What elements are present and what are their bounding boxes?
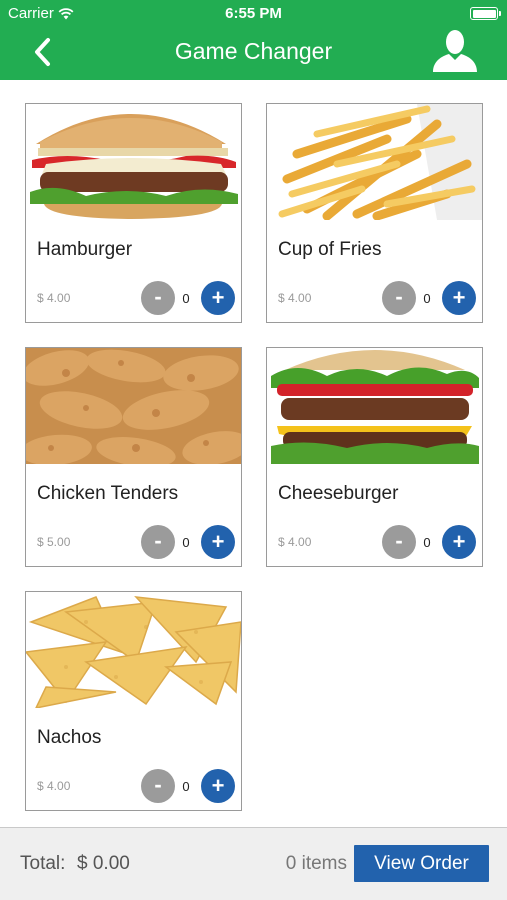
decrease-button[interactable]: - (141, 525, 175, 559)
quantity-value: 0 (182, 291, 190, 306)
battery-icon (470, 7, 501, 20)
total-value: $ 0.00 (77, 853, 130, 874)
product-price: $ 5.00 (37, 535, 71, 549)
product-name: Cheeseburger (278, 483, 399, 504)
increase-button[interactable]: + (201, 525, 235, 559)
view-order-button[interactable]: View Order (354, 845, 489, 882)
product-name: Cup of Fries (278, 239, 382, 260)
product-card[interactable]: Nachos $ 4.00 - 0 + (25, 591, 242, 811)
increase-button[interactable]: + (201, 281, 235, 315)
product-card[interactable]: Chicken Tenders $ 5.00 - 0 + (25, 347, 242, 567)
product-card[interactable]: Hamburger $ 4.00 - 0 + (25, 103, 242, 323)
increase-button[interactable]: + (201, 769, 235, 803)
product-card[interactable]: Cup of Fries $ 4.00 - 0 + (266, 103, 483, 323)
total-label: Total: (20, 853, 66, 874)
quantity-value: 0 (423, 535, 431, 550)
items-count: 0 items (285, 853, 347, 874)
fries-photo (267, 104, 482, 220)
product-card[interactable]: Cheeseburger $ 4.00 - 0 + (266, 347, 483, 567)
order-footer: Total: $ 0.00 0 items View Order (0, 827, 507, 900)
product-price: $ 4.00 (278, 535, 312, 549)
increase-button[interactable]: + (442, 281, 476, 315)
quantity-value: 0 (423, 291, 431, 306)
user-icon (433, 30, 477, 72)
product-name: Hamburger (37, 239, 133, 260)
product-name: Nachos (37, 727, 102, 748)
decrease-button[interactable]: - (382, 525, 416, 559)
decrease-button[interactable]: - (141, 281, 175, 315)
product-price: $ 4.00 (278, 291, 312, 305)
decrease-button[interactable]: - (141, 769, 175, 803)
product-price: $ 4.00 (37, 779, 71, 793)
cheeseburger-photo (267, 348, 482, 464)
nachos-photo (26, 592, 241, 708)
hamburger-photo (26, 104, 241, 220)
quantity-value: 0 (182, 535, 190, 550)
app-header: Carrier 6:55 PM Game Changer (0, 0, 507, 80)
increase-button[interactable]: + (442, 525, 476, 559)
profile-button[interactable] (430, 28, 480, 74)
product-price: $ 4.00 (37, 291, 71, 305)
decrease-button[interactable]: - (382, 281, 416, 315)
product-name: Chicken Tenders (37, 483, 179, 504)
status-bar: Carrier 6:55 PM (0, 0, 507, 26)
quantity-value: 0 (182, 779, 190, 794)
status-time: 6:55 PM (225, 5, 282, 22)
chicken-tenders-photo (26, 348, 241, 464)
